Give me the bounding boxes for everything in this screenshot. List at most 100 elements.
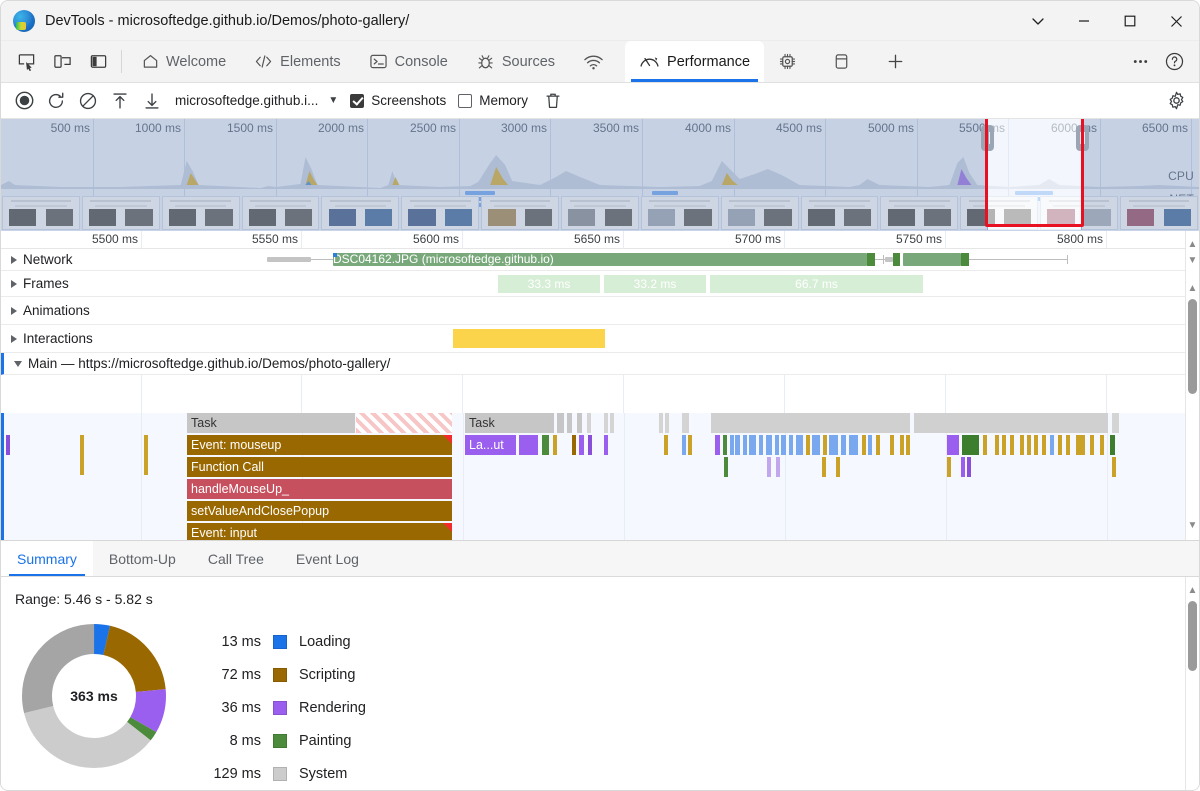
flame-bar-scripting[interactable] <box>572 435 577 455</box>
flame-bar-loading[interactable] <box>759 435 764 455</box>
flame-bar-task-group[interactable] <box>711 413 911 433</box>
flame-bar-rendering[interactable] <box>604 435 609 455</box>
track-main-header[interactable]: Main — https://microsoftedge.github.io/D… <box>4 353 390 374</box>
flame-bar-scripting[interactable] <box>553 435 558 455</box>
device-toolbar-icon[interactable] <box>45 47 79 77</box>
flame-bar-event-input[interactable]: Event: input <box>187 523 453 541</box>
flame-bar-rendering[interactable] <box>519 435 539 455</box>
summary-scrollbar[interactable]: ▲ <box>1185 577 1199 791</box>
save-profile-icon[interactable] <box>137 87 167 115</box>
filmstrip-thumbnail[interactable] <box>321 196 399 230</box>
frame-box[interactable]: 33.2 ms <box>604 275 708 293</box>
flame-bar-loading[interactable] <box>829 435 839 455</box>
flame-bar-scripting[interactable] <box>80 435 85 475</box>
flame-bar-painting[interactable] <box>723 435 728 455</box>
flame-bar-loading[interactable] <box>796 435 804 455</box>
summary-scrollbar-thumb[interactable] <box>1188 601 1197 671</box>
profile-url-select[interactable]: microsoftedge.github.i... ▼ <box>175 93 338 108</box>
clear-icon[interactable] <box>73 87 103 115</box>
scroll-down-arrow-icon[interactable]: ▼ <box>1188 253 1198 269</box>
timeline-overview[interactable]: 500 ms 1000 ms 1500 ms 2000 ms 2500 ms 3… <box>1 119 1199 231</box>
filmstrip-thumbnail[interactable] <box>82 196 160 230</box>
flame-bar-scripting[interactable] <box>1066 435 1071 455</box>
flame-bar-task[interactable] <box>610 413 615 433</box>
more-tools-icon[interactable] <box>1123 47 1157 77</box>
flame-bar-painting[interactable] <box>724 457 729 477</box>
flame-bar-rendering[interactable] <box>961 457 966 477</box>
flame-bar-task[interactable] <box>587 413 592 433</box>
flame-bar-rendering[interactable] <box>947 435 960 455</box>
flame-bar-rendering[interactable] <box>6 435 11 455</box>
legend-row-system[interactable]: 129 ms System <box>211 757 366 790</box>
scroll-bottom-arrow-icon[interactable]: ▼ <box>1188 518 1198 534</box>
legend-row-scripting[interactable]: 72 ms Scripting <box>211 658 366 691</box>
flame-bar-rendering[interactable] <box>588 435 593 455</box>
legend-row-loading[interactable]: 13 ms Loading <box>211 625 366 658</box>
flame-bar-scripting[interactable] <box>1042 435 1047 455</box>
flame-bar-task[interactable] <box>557 413 565 433</box>
filmstrip-thumbnail[interactable] <box>641 196 719 230</box>
flame-bar-painting[interactable] <box>962 435 980 455</box>
flame-bar-scripting[interactable] <box>1076 435 1086 455</box>
filmstrip-thumbnail[interactable] <box>242 196 320 230</box>
trash-icon[interactable] <box>538 87 568 115</box>
flame-bar-task[interactable]: Task <box>465 413 555 433</box>
flame-bar-loading[interactable] <box>735 435 741 455</box>
tab-application[interactable] <box>818 41 872 82</box>
flame-bar-rendering[interactable] <box>767 457 772 477</box>
flame-bar-scripting[interactable] <box>836 457 841 477</box>
flame-bar-loading[interactable] <box>849 435 859 455</box>
tab-sources[interactable]: Sources <box>462 41 569 82</box>
flame-bar-task[interactable] <box>659 413 664 433</box>
flame-bar-loading[interactable] <box>766 435 773 455</box>
flame-bar-scripting[interactable] <box>947 457 952 477</box>
flame-bar-scripting[interactable] <box>1034 435 1039 455</box>
flame-bar-scripting[interactable] <box>1010 435 1015 455</box>
network-request-bar[interactable] <box>903 253 961 266</box>
flame-bar-task[interactable] <box>567 413 573 433</box>
flame-bar-scripting[interactable] <box>890 435 895 455</box>
flame-bar-scripting[interactable] <box>900 435 905 455</box>
flame-bar-scripting[interactable] <box>995 435 1000 455</box>
screenshots-checkbox[interactable]: Screenshots <box>350 93 446 108</box>
flame-bar-event-mouseup[interactable]: Event: mouseup <box>187 435 453 455</box>
tab-search-chevron-icon[interactable] <box>1015 1 1061 41</box>
flame-bar-layout[interactable]: La...ut <box>465 435 517 455</box>
flame-bar-scripting[interactable] <box>1002 435 1007 455</box>
flame-bar-task[interactable] <box>682 413 690 433</box>
flame-bar-scripting[interactable] <box>983 435 988 455</box>
flame-bar-loading[interactable] <box>868 435 873 455</box>
minimize-icon[interactable] <box>1061 1 1107 41</box>
donut-chart[interactable]: 363 ms <box>1 621 181 771</box>
flame-bar-scripting[interactable] <box>822 457 827 477</box>
flame-bar-loading[interactable] <box>841 435 847 455</box>
track-main[interactable]: Main — https://microsoftedge.github.io/D… <box>1 353 1199 375</box>
network-request-bar[interactable]: DSC04162.JPG (microsoftedge.github.io) <box>333 253 867 266</box>
flame-bar-scripting[interactable] <box>876 435 881 455</box>
tab-network[interactable] <box>569 41 625 82</box>
flame-bar-loading[interactable] <box>682 435 687 455</box>
flame-bar-task[interactable] <box>577 413 583 433</box>
main-flame-chart[interactable]: Task Task Event: mouseup La...ut <box>1 413 1199 541</box>
flame-bar-painting[interactable] <box>542 435 550 455</box>
flame-bar-loading[interactable] <box>1050 435 1055 455</box>
flame-bar-scripting[interactable] <box>1020 435 1025 455</box>
flame-bar-scripting[interactable] <box>1112 457 1117 477</box>
flame-bar-task[interactable] <box>665 413 670 433</box>
scrollbar-thumb[interactable] <box>1188 299 1197 394</box>
filmstrip-thumbnail[interactable] <box>880 196 958 230</box>
tab-event-log[interactable]: Event Log <box>280 541 375 576</box>
help-icon[interactable] <box>1157 47 1191 77</box>
tab-welcome[interactable]: Welcome <box>128 41 240 82</box>
filmstrip-thumbnail[interactable] <box>401 196 479 230</box>
flame-bar-task[interactable] <box>1112 413 1120 433</box>
tab-console[interactable]: Console <box>355 41 462 82</box>
frame-box[interactable]: 66.7 ms <box>710 275 925 293</box>
flame-bar-scripting[interactable] <box>1027 435 1032 455</box>
scroll-up-arrow-icon[interactable]: ▲ <box>1188 237 1198 253</box>
selection-left-handle[interactable] <box>981 125 994 151</box>
flame-bar-loading[interactable] <box>781 435 787 455</box>
timeline-tracks[interactable]: 5500 ms 5550 ms 5600 ms 5650 ms 5700 ms … <box>1 231 1199 541</box>
summary-scroll-up-icon[interactable]: ▲ <box>1188 583 1198 599</box>
flame-bar-scripting[interactable] <box>823 435 828 455</box>
